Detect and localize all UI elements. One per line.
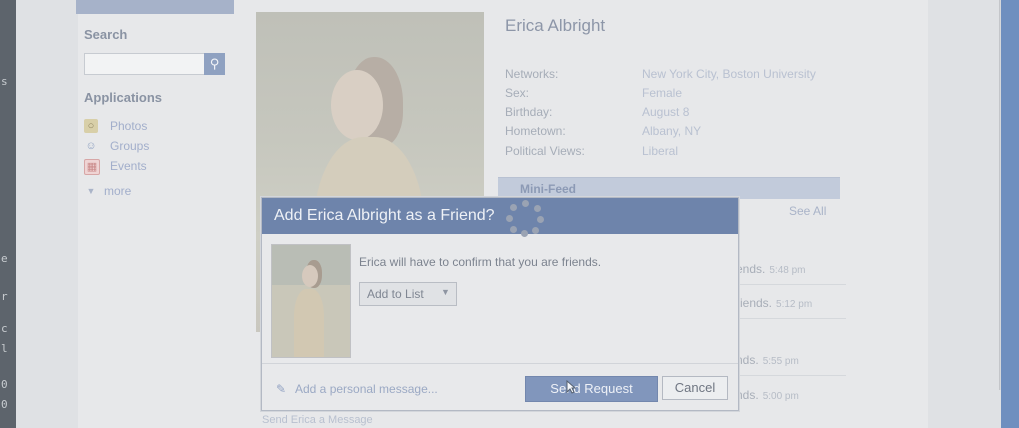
search-label: Search <box>84 27 128 42</box>
chevron-down-icon: ▼ <box>441 287 450 297</box>
send-message-link[interactable]: Send Erica a Message <box>262 414 373 426</box>
see-all-link[interactable]: See All <box>789 204 826 218</box>
add-to-list-dropdown[interactable]: Add to List ▼ <box>359 282 457 306</box>
photos-icon: ○ <box>84 119 98 133</box>
sidebar-item-label: Groups <box>110 139 150 153</box>
feed-time: 5:55 pm <box>762 356 799 367</box>
add-personal-message-link[interactable]: Add a personal message... <box>295 382 438 396</box>
friend-thumbnail <box>271 244 351 358</box>
dialog-header: Add Erica Albright as a Friend? <box>262 198 738 234</box>
add-to-list-label: Add to List <box>367 287 424 301</box>
sidebar-item-label: more <box>104 184 132 198</box>
feed-text: riends. <box>736 296 773 310</box>
sidebar-item-label: Events <box>110 159 147 173</box>
terminal-glyph: l <box>1 342 8 355</box>
groups-icon: ☺ <box>85 140 97 152</box>
profile-name: Erica Albright <box>505 16 606 35</box>
info-value-link[interactable]: August 8 <box>642 105 689 119</box>
search-icon: ⚲ <box>209 56 220 71</box>
terminal-glyph: e <box>1 252 8 265</box>
terminal-glyph: r <box>1 290 8 303</box>
info-key: Hometown: <box>505 124 566 138</box>
thumb-face <box>302 265 318 287</box>
feed-item: nds. 5:00 pm <box>736 388 799 402</box>
chevron-down-icon: ▼ <box>86 186 96 196</box>
feed-divider <box>736 284 846 285</box>
photo-face <box>331 70 383 140</box>
logo-bar <box>76 0 234 14</box>
thumb-body <box>294 289 324 357</box>
feed-divider <box>736 375 846 376</box>
terminal-glyph: 0 <box>1 378 8 391</box>
info-key: Sex: <box>505 86 530 100</box>
search-input[interactable] <box>84 53 206 75</box>
feed-text: nds. <box>736 353 759 367</box>
info-key: Birthday: <box>505 105 553 119</box>
info-value-link[interactable]: New York City, Boston University <box>642 67 816 81</box>
window-edge <box>1001 0 1019 428</box>
pencil-icon: ✎ <box>276 382 287 396</box>
calendar-icon: ▦ <box>84 159 100 175</box>
info-value-link[interactable]: Albany, NY <box>642 124 701 138</box>
feed-text: ends. <box>736 262 766 276</box>
info-key: Political Views: <box>505 144 585 158</box>
add-friend-dialog: Add Erica Albright as a Friend? Erica wi… <box>261 197 739 411</box>
cancel-button[interactable]: Cancel <box>662 376 728 400</box>
dialog-title: Add Erica Albright as a Friend? <box>274 207 495 224</box>
mouse-pointer-icon <box>566 380 576 394</box>
terminal-glyph: c <box>1 322 8 335</box>
browser-viewport: Search ⚲ Applications ○ Photos ☺ Groups … <box>16 0 1018 428</box>
feed-item: riends. 5:12 pm <box>736 296 812 310</box>
search-button[interactable]: ⚲ <box>204 53 225 75</box>
send-request-button[interactable]: Send Request <box>525 376 658 402</box>
feed-time: 5:12 pm <box>776 299 813 310</box>
applications-label: Applications <box>84 90 163 105</box>
loading-spinner-icon <box>506 200 546 238</box>
feed-time: 5:00 pm <box>762 391 799 402</box>
feed-time: 5:48 pm <box>769 265 806 276</box>
terminal-edge: s e r c l 0 0 <box>0 0 16 428</box>
terminal-glyph: s <box>1 75 8 88</box>
info-key: Networks: <box>505 67 559 81</box>
feed-item: nds. 5:55 pm <box>736 353 799 367</box>
info-value-link[interactable]: Liberal <box>642 144 678 158</box>
feed-text: nds. <box>736 388 759 402</box>
minifeed-header[interactable]: Mini-Feed <box>498 177 840 199</box>
feed-divider <box>736 318 846 319</box>
info-value-link[interactable]: Female <box>642 86 682 100</box>
confirm-text: Erica will have to confirm that you are … <box>359 255 602 269</box>
terminal-glyph: 0 <box>1 398 8 411</box>
feed-item: ends. 5:48 pm <box>736 262 806 276</box>
sidebar-item-label: Photos <box>110 119 148 133</box>
minifeed-title: Mini-Feed <box>520 182 576 196</box>
